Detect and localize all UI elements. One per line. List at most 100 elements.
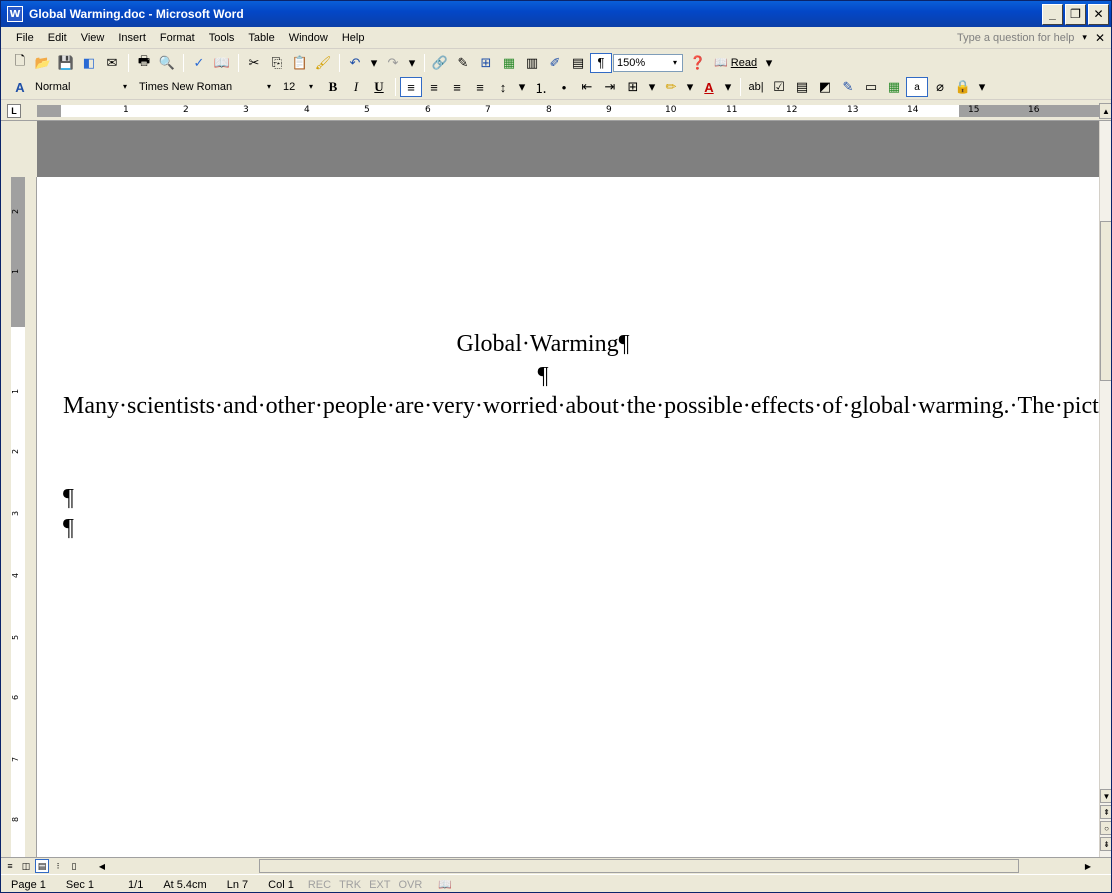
reset-form-fields-icon[interactable]: ⌀ [929,77,951,97]
checkbox-form-field-icon[interactable]: ☑ [768,77,790,97]
menu-insert[interactable]: Insert [111,32,153,44]
menu-format[interactable]: Format [153,32,202,44]
status-ext[interactable]: EXT [365,879,394,891]
insert-table-icon[interactable]: ⊞ [475,53,497,73]
normal-view-icon[interactable]: ≡ [3,859,17,873]
undo-dropdown-icon[interactable]: ▾ [367,53,381,73]
close-button[interactable]: ✕ [1088,3,1109,25]
read-button[interactable]: 📖 Read [710,53,761,73]
style-dropdown-icon[interactable]: ▾ [118,78,132,94]
vertical-ruler-strip[interactable] [11,177,25,857]
reading-layout-icon[interactable]: ▯ [67,859,81,873]
status-page-count[interactable]: 1/1 [104,879,153,891]
web-layout-icon[interactable]: ◫ [19,859,33,873]
font-color-icon[interactable]: A [698,77,720,97]
save-icon[interactable]: 💾 [55,53,77,73]
border-icon[interactable]: ⊞ [622,77,644,97]
next-page-button[interactable]: ⇟ [1100,837,1111,851]
help-search-input[interactable]: Type a question for help [957,32,1082,44]
drawing-icon[interactable]: ✐ [544,53,566,73]
redo-icon[interactable]: ↷ [382,53,404,73]
text-form-field-icon[interactable]: ab| [745,77,767,97]
status-ovr[interactable]: OVR [394,879,426,891]
print-icon[interactable]: 🖶 [133,53,155,73]
align-center-icon[interactable]: ≡ [423,77,445,97]
status-trk[interactable]: TRK [335,879,365,891]
scroll-up-button[interactable]: ▲ [1099,103,1111,119]
form-field-options-icon[interactable]: ◩ [814,77,836,97]
document-page[interactable]: Global·Warming¶ ¶ Many·scientists·and·ot… [37,177,1099,857]
cut-icon[interactable]: ✂ [243,53,265,73]
menu-edit[interactable]: Edit [41,32,74,44]
document-close-button[interactable]: ✕ [1095,31,1111,45]
open-icon[interactable]: 📂 [32,53,54,73]
font-color-dropdown-icon[interactable]: ▾ [721,77,735,97]
line-spacing-icon[interactable]: ↕ [492,77,514,97]
status-column[interactable]: Col 1 [258,879,304,891]
insert-frame2-icon[interactable]: ▦ [883,77,905,97]
paste-icon[interactable]: 📋 [289,53,311,73]
font-select[interactable]: Times New Roman ▾ [136,78,276,96]
font-size-select[interactable]: 12 ▾ [280,78,318,96]
show-hide-button[interactable]: ¶ [590,52,612,73]
empty-paragraph[interactable]: ¶ [63,483,1023,513]
scroll-left-button[interactable]: ◀ [95,859,109,873]
numbering-icon[interactable]: ⒈ [530,77,552,97]
zoom-dropdown-icon[interactable]: ▾ [668,55,682,71]
outline-view-icon[interactable]: ⁝ [51,859,65,873]
form-field-shading-icon[interactable]: a [906,77,928,97]
title-bar[interactable]: W Global Warming.doc - Microsoft Word _ … [1,1,1111,27]
restore-button[interactable]: ❐ [1065,3,1086,25]
hyperlink-icon[interactable]: 🔗 [429,53,451,73]
word-app-icon[interactable]: W [7,6,23,22]
status-position[interactable]: At 5.4cm [153,879,216,891]
insert-excel-icon[interactable]: ▦ [498,53,520,73]
bullets-icon[interactable]: • [553,77,575,97]
document-title[interactable]: Global·Warming¶ [63,329,1023,359]
menu-window[interactable]: Window [282,32,335,44]
minimize-button[interactable]: _ [1042,3,1063,25]
underline-button[interactable]: U [368,77,390,97]
undo-icon[interactable]: ↶ [344,53,366,73]
print-preview-icon[interactable]: 🔍 [156,53,178,73]
spelling-status-icon[interactable]: 📖 [426,878,464,891]
body-paragraph[interactable]: Many·scientists·and·other·people·are·ver… [63,391,1099,421]
copy-icon[interactable]: ⎘ [266,53,288,73]
tab-selector-button[interactable]: L [7,104,21,118]
vertical-ruler[interactable]: 2 1 1 2 3 4 5 6 7 8 [1,177,37,857]
scroll-right-button[interactable]: ▶ [1081,859,1095,873]
menu-table[interactable]: Table [241,32,281,44]
toolbar-options-icon[interactable]: ▾ [975,77,989,97]
status-line[interactable]: Ln 7 [217,879,258,891]
style-select[interactable]: Normal ▾ [32,78,132,96]
font-dropdown-icon[interactable]: ▾ [262,78,276,94]
help-dropdown-icon[interactable]: ▾ [1082,32,1095,43]
dropdown-form-field-icon[interactable]: ▤ [791,77,813,97]
insert-frame-icon[interactable]: ▭ [860,77,882,97]
align-left-icon[interactable]: ≡ [400,77,422,97]
toolbar-options-icon[interactable]: ▾ [762,53,776,73]
columns-icon[interactable]: ▥ [521,53,543,73]
redo-dropdown-icon[interactable]: ▾ [405,53,419,73]
protect-form-icon[interactable]: 🔒 [952,77,974,97]
menu-tools[interactable]: Tools [202,32,242,44]
new-document-icon[interactable]: 🗋 [9,53,31,73]
menu-file[interactable]: File [9,32,41,44]
line-spacing-dropdown-icon[interactable]: ▾ [515,77,529,97]
cursor-paragraph[interactable]: ¶ [63,513,1023,543]
align-right-icon[interactable]: ≡ [446,77,468,97]
vertical-scrollbar[interactable]: ▼ ⇞ ○ ⇟ [1099,121,1111,857]
scroll-down-button[interactable]: ▼ [1100,789,1111,803]
horizontal-ruler[interactable]: L 1 2 3 4 5 6 7 8 9 10 11 12 13 14 15 16… [1,101,1111,121]
horizontal-scroll-thumb[interactable] [259,859,1019,873]
permission-icon[interactable]: ◧ [78,53,100,73]
justify-icon[interactable]: ≡ [469,77,491,97]
email-icon[interactable]: ✉ [101,53,123,73]
styles-icon[interactable]: A [9,77,31,97]
empty-paragraph[interactable]: ¶ [63,361,1023,391]
italic-button[interactable]: I [345,77,367,97]
previous-page-button[interactable]: ⇞ [1100,805,1111,819]
research-icon[interactable]: 📖 [211,53,233,73]
menu-help[interactable]: Help [335,32,372,44]
select-browse-object-button[interactable]: ○ [1100,821,1111,835]
